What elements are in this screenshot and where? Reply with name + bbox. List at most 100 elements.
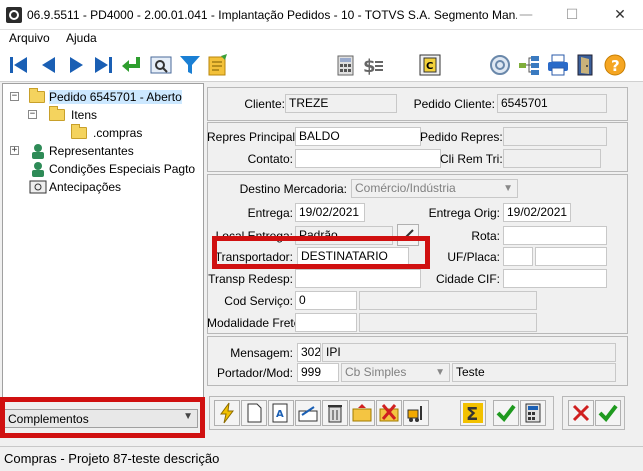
new-button[interactable] — [241, 400, 267, 426]
price-icon[interactable]: $ — [360, 52, 386, 78]
portador-desc-field[interactable]: Teste — [452, 363, 616, 382]
cancel-button[interactable] — [376, 400, 402, 426]
cod-servico-desc-field[interactable] — [359, 291, 537, 310]
cli-rem-tri-label: Cli Rem Tri: — [440, 152, 503, 166]
calc-button[interactable] — [520, 400, 546, 426]
close-button[interactable]: ✕ — [597, 0, 643, 30]
cancel-x-button[interactable] — [568, 400, 594, 426]
repres-principal-field[interactable]: BALDO — [295, 127, 421, 146]
tree-label-antecipacoes: Antecipações — [49, 180, 122, 194]
goto-icon[interactable] — [118, 52, 144, 78]
web-icon[interactable] — [487, 52, 513, 78]
placa-field[interactable] — [535, 247, 607, 266]
cli-rem-tri-field[interactable] — [503, 149, 601, 168]
folder-icon — [71, 124, 87, 139]
modalidade-desc-field[interactable] — [359, 313, 537, 332]
replace-icon — [298, 406, 318, 422]
contato-field[interactable] — [295, 149, 441, 168]
menu-arquivo[interactable]: Arquivo — [9, 31, 50, 45]
expand-icon[interactable]: + — [10, 146, 19, 155]
help-icon[interactable]: ? — [602, 52, 628, 78]
person-icon — [32, 162, 44, 177]
destino-select[interactable]: Comércio/Indústria ▼ — [351, 179, 518, 198]
portador-label: Portador/Mod: — [216, 366, 293, 380]
tree-item-pedido[interactable]: − Pedido 6545701 - Aberto — [7, 88, 203, 105]
entrega-orig-field[interactable]: 19/02/2021 — [503, 203, 571, 222]
mensagem-label: Mensagem: — [230, 346, 293, 360]
svg-text:C: C — [426, 61, 433, 72]
pedido-repres-field[interactable] — [503, 127, 607, 146]
entrega-label: Entrega: — [247, 206, 293, 220]
last-icon[interactable] — [90, 52, 116, 78]
menu-bar: Arquivo Ajuda — [0, 30, 643, 48]
replace-button[interactable] — [295, 400, 321, 426]
cod-servico-field[interactable]: 0 — [295, 291, 357, 310]
mensagem-code-field[interactable]: 302 — [297, 343, 321, 362]
delete-button[interactable] — [322, 400, 348, 426]
tree-item-antecipacoes[interactable]: Antecipações — [7, 179, 203, 195]
uf-field[interactable] — [503, 247, 533, 266]
open-button[interactable] — [349, 400, 375, 426]
svg-text:Σ: Σ — [466, 404, 478, 425]
portador-code-field[interactable]: 999 — [297, 363, 339, 382]
folder-x-icon — [379, 404, 399, 422]
tree-label-representantes: Representantes — [49, 144, 134, 158]
red-x-icon — [572, 404, 590, 422]
window-title: 06.9.5511 - PD4000 - 2.00.01.041 - Impla… — [27, 8, 517, 22]
destino-value: Comércio/Indústria — [355, 181, 456, 195]
entrega-date-field[interactable]: 19/02/2021 — [295, 203, 365, 222]
svg-text:?: ? — [611, 57, 620, 75]
open-folder-icon — [352, 404, 372, 422]
tree-label-condicoes: Condições Especiais Pagto — [49, 162, 196, 176]
exit-icon[interactable] — [573, 52, 599, 78]
folder-icon — [49, 106, 65, 121]
tree-item-itens[interactable]: − Itens — [25, 106, 195, 123]
minimize-button[interactable]: — — [503, 0, 549, 30]
calc-icon — [525, 403, 541, 423]
execute-button[interactable] — [214, 400, 240, 426]
maximize-button[interactable]: ☐ — [549, 0, 595, 30]
cidade-cif-label: Cidade CIF: — [435, 272, 500, 286]
collapse-icon[interactable]: − — [28, 110, 37, 119]
transp-redesp-field[interactable] — [295, 269, 421, 288]
calculator-icon[interactable] — [333, 52, 359, 78]
structure-icon[interactable] — [516, 52, 542, 78]
new-document-icon — [247, 403, 262, 423]
person-icon — [32, 144, 44, 159]
zoom-icon[interactable] — [148, 52, 174, 78]
highlight-box-transportador — [212, 236, 430, 269]
repres-principal-label: Repres Principal: — [207, 130, 299, 144]
lightning-icon — [220, 402, 234, 424]
tree-item-condicoes[interactable]: Condições Especiais Pagto — [7, 161, 203, 177]
modalidade-field[interactable] — [295, 313, 357, 332]
sum-button[interactable]: Σ — [460, 400, 486, 426]
tree-item-compras[interactable]: .compras — [45, 124, 195, 141]
menu-ajuda[interactable]: Ajuda — [66, 31, 97, 45]
mensagem-desc-field[interactable]: IPI — [322, 343, 616, 362]
first-icon[interactable] — [6, 52, 32, 78]
destino-label: Destino Mercadoria: — [239, 182, 347, 196]
ok-button[interactable] — [595, 400, 621, 426]
cidade-cif-field[interactable] — [503, 269, 607, 288]
print-icon[interactable] — [545, 52, 571, 78]
main-toolbar: $ C ? — [0, 48, 643, 82]
status-bar: Compras - Projeto 87-teste descrição — [0, 446, 643, 471]
confirm-button[interactable] — [493, 400, 519, 426]
previous-icon[interactable] — [36, 52, 62, 78]
copy-icon[interactable]: C — [417, 52, 443, 78]
highlight-box-complementos — [0, 397, 205, 438]
portador-mod-select[interactable]: Cb Simples ▼ — [341, 363, 450, 382]
collapse-icon[interactable]: − — [10, 92, 19, 101]
money-icon — [29, 180, 47, 194]
cliente-label: Cliente: — [244, 97, 285, 111]
next-icon[interactable] — [63, 52, 89, 78]
filter-icon[interactable] — [177, 52, 203, 78]
search-list-icon[interactable] — [205, 52, 231, 78]
pedido-cliente-field[interactable]: 6545701 — [497, 94, 607, 113]
rota-field[interactable] — [503, 226, 607, 245]
forklift-button[interactable] — [403, 400, 429, 426]
tree-item-representantes[interactable]: + Representantes — [7, 143, 203, 159]
chevron-down-icon: ▼ — [435, 367, 445, 378]
edit-button[interactable]: A — [268, 400, 294, 426]
cliente-field[interactable]: TREZE — [285, 94, 397, 113]
